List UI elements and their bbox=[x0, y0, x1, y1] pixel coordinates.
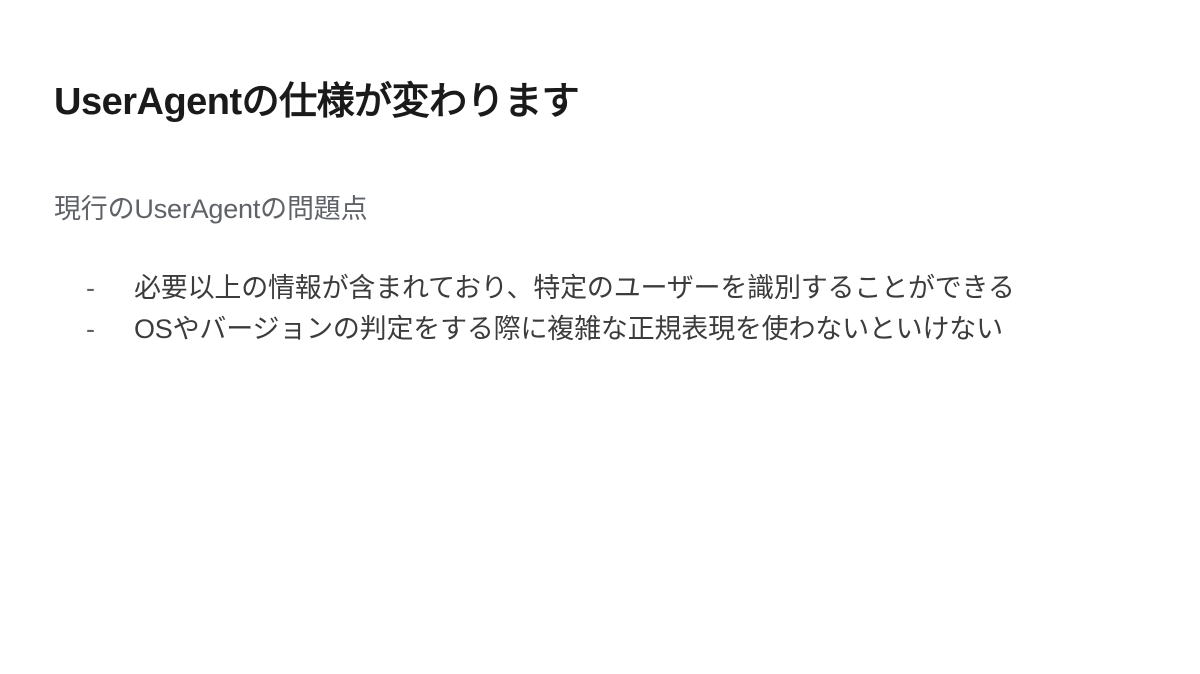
list-item-text: 必要以上の情報が含まれており、特定のユーザーを識別することができる bbox=[134, 268, 1146, 309]
slide-subtitle: 現行のUserAgentの問題点 bbox=[54, 187, 1146, 226]
bullet-dash-icon: - bbox=[86, 309, 134, 350]
list-item: - 必要以上の情報が含まれており、特定のユーザーを識別することができる bbox=[86, 268, 1146, 309]
slide-title: UserAgentの仕様が変わります bbox=[54, 70, 1146, 125]
list-item: - OSやバージョンの判定をする際に複雑な正規表現を使わないといけない bbox=[86, 309, 1146, 350]
bullet-dash-icon: - bbox=[86, 268, 134, 309]
bullet-list: - 必要以上の情報が含まれており、特定のユーザーを識別することができる - OS… bbox=[54, 268, 1146, 349]
list-item-text: OSやバージョンの判定をする際に複雑な正規表現を使わないといけない bbox=[134, 309, 1146, 350]
